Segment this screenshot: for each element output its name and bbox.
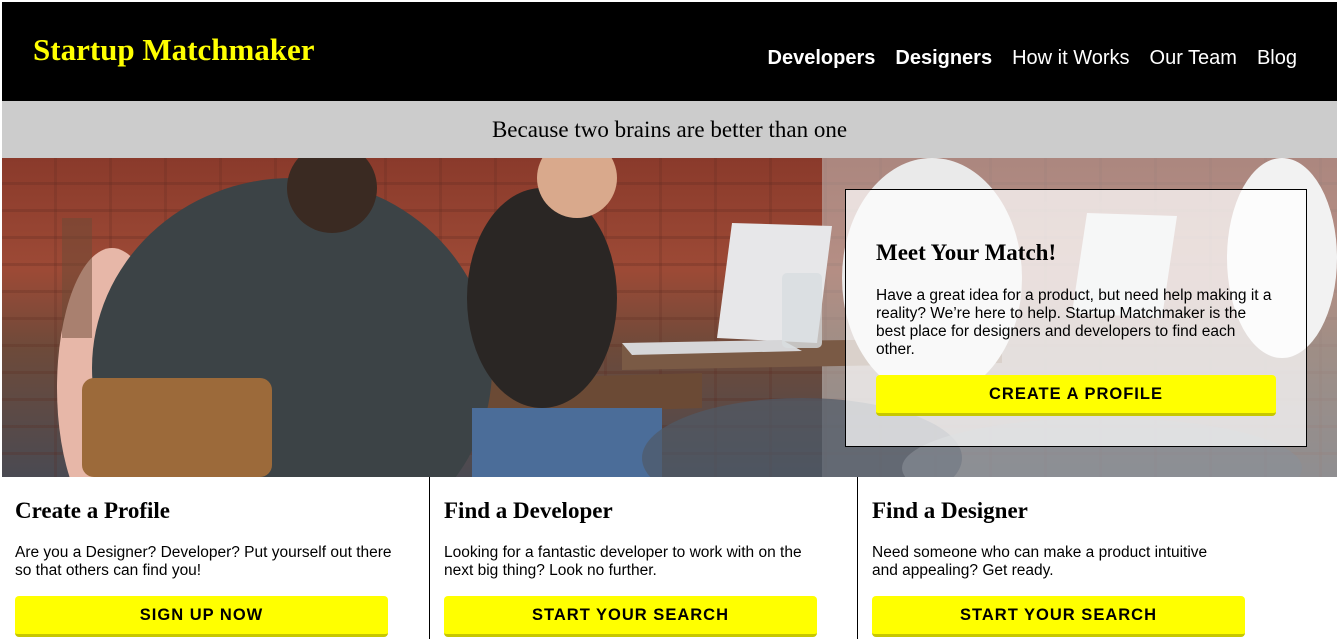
feature-title: Create a Profile	[15, 498, 170, 523]
site-header: Startup Matchmaker Developers Designers …	[2, 2, 1337, 101]
feature-title: Find a Designer	[872, 498, 1028, 523]
feature-create-profile: Create a Profile Are you a Designer? Dev…	[1, 477, 429, 639]
tagline-bar: Because two brains are better than one	[2, 101, 1337, 158]
feature-find-developer: Find a Developer Looking for a fantastic…	[429, 477, 857, 639]
match-description: Have a great idea for a product, but nee…	[876, 287, 1272, 358]
tagline: Because two brains are better than one	[491, 117, 848, 142]
sign-up-now-button[interactable]: SIGN UP NOW	[15, 596, 388, 637]
nav-our-team[interactable]: Our Team	[1150, 47, 1237, 70]
main-nav: Developers Designers How it Works Our Te…	[768, 47, 1297, 70]
search-developers-button[interactable]: START YOUR SEARCH	[444, 596, 817, 637]
search-designers-button[interactable]: START YOUR SEARCH	[872, 596, 1245, 637]
nav-designers[interactable]: Designers	[895, 47, 992, 70]
meet-your-match-card: Meet Your Match! Have a great idea for a…	[845, 189, 1307, 447]
feature-description: Need someone who can make a product intu…	[872, 544, 1208, 579]
feature-find-designer: Find a Designer Need someone who can mak…	[857, 477, 1337, 639]
brand-logo[interactable]: Startup Matchmaker	[33, 32, 315, 68]
feature-description: Looking for a fantastic developer to wor…	[444, 544, 802, 579]
match-title: Meet Your Match!	[876, 240, 1057, 265]
feature-description: Are you a Designer? Developer? Put yours…	[15, 544, 392, 579]
nav-how-it-works[interactable]: How it Works	[1012, 47, 1129, 70]
nav-developers[interactable]: Developers	[768, 47, 876, 70]
nav-blog[interactable]: Blog	[1257, 47, 1297, 70]
feature-title: Find a Developer	[444, 498, 613, 523]
create-profile-button[interactable]: CREATE A PROFILE	[876, 375, 1276, 416]
features-section: Create a Profile Are you a Designer? Dev…	[0, 477, 1337, 639]
